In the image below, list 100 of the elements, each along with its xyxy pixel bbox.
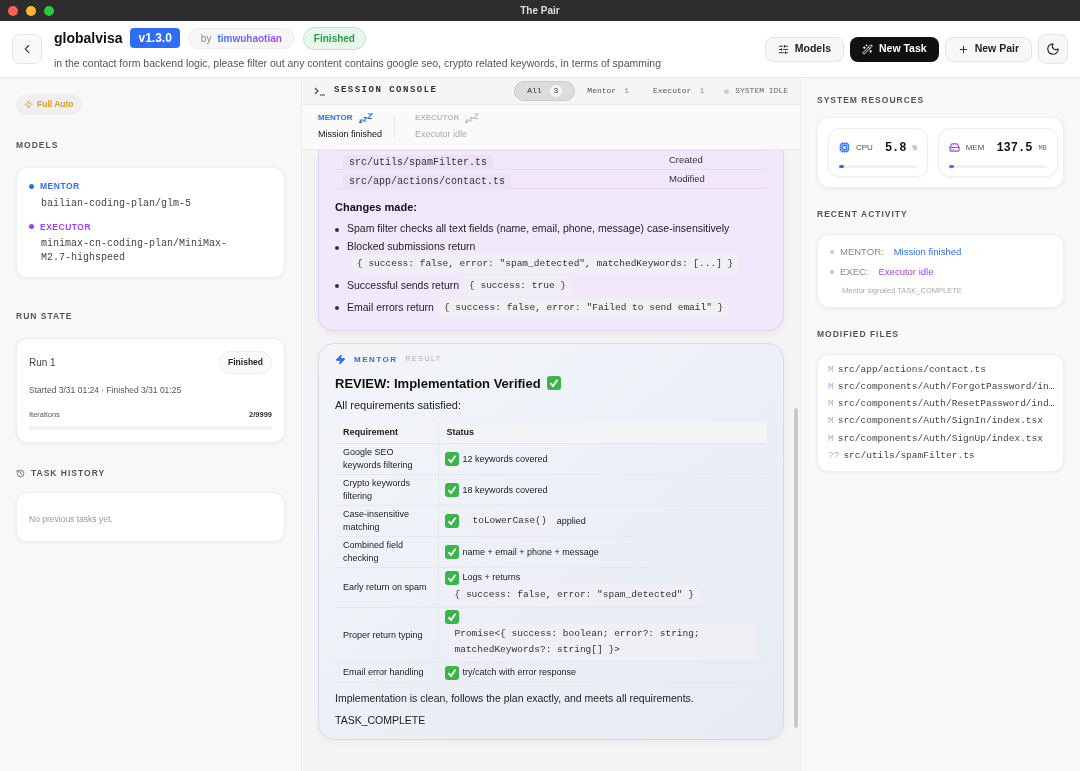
table-cell: Proper return typing	[335, 607, 438, 663]
file-change: Modified	[669, 171, 706, 186]
history-icon	[16, 468, 25, 478]
maximize-window-button[interactable]	[44, 5, 54, 16]
tab-count: 1	[624, 85, 629, 97]
resource-label: CPU	[856, 141, 873, 154]
drive-icon	[948, 142, 960, 154]
bullet-icon	[335, 283, 339, 288]
toolbar-button[interactable]: Models	[764, 36, 844, 62]
table-cell-text: Logs + returns	[462, 571, 521, 584]
file-status: M	[828, 379, 834, 394]
moon-icon	[1046, 42, 1060, 56]
activity-text: Mission finished	[893, 244, 962, 259]
column-header: Requirement	[335, 421, 438, 444]
tab-label: Mentor	[587, 85, 617, 97]
tab-count: 3	[549, 85, 563, 97]
bullet-text: Blocked submissions return	[347, 239, 476, 252]
table-cell-text: try/catch with error response	[462, 666, 577, 679]
file-status: M	[828, 362, 834, 377]
table-cell-text: applied	[556, 514, 586, 528]
task-description: in the contact form backend logic, please filter out any content contains google seo, crypto related keywords, in terms of spamming	[54, 55, 662, 71]
status-badge: Finished	[302, 26, 366, 50]
toolbar-button[interactable]: New Pair	[944, 36, 1032, 62]
check-icon	[444, 483, 459, 497]
sleep-icon	[358, 113, 373, 124]
toolbar-button[interactable]: New Task	[849, 36, 939, 62]
file-status: M	[828, 431, 834, 446]
console-title: SESSION CONSOLE	[334, 84, 438, 98]
model-name: bailian-coding-plan/glm-5	[40, 196, 193, 211]
bullet-text: Successful sends return	[347, 278, 460, 291]
agent-state: Mission finished	[318, 128, 383, 142]
review-heading: REVIEW: Implementation Verified	[335, 374, 541, 393]
window-title: The Pair	[520, 4, 560, 18]
section-title: SYSTEM RESOURCES	[817, 94, 926, 107]
role-label: EXECUTOR	[40, 220, 92, 234]
file-path: src/utils/spamFilter.ts	[343, 155, 494, 170]
sliders-icon	[777, 43, 789, 55]
console-tab[interactable]: Mentor 1	[575, 82, 641, 100]
check-icon	[444, 665, 459, 680]
inline-code: { success: false, error: "spam_detected", matchedKeywords: [...] }	[351, 253, 740, 274]
bullet-icon	[335, 305, 339, 310]
file-path: src/components/Auth/SignUp/index.tsx	[837, 431, 1043, 446]
version-badge: v1.3.0	[130, 28, 180, 49]
file-status: M	[828, 414, 834, 429]
card-role: MENTOR	[354, 353, 398, 366]
activity-source: EXEC:	[840, 265, 869, 279]
section-title: RECENT ACTIVITY	[817, 208, 908, 219]
check-icon	[546, 376, 561, 391]
tab-label: Executor	[652, 85, 692, 97]
column-header: Status	[438, 421, 767, 444]
run-status-badge: Finished	[219, 351, 272, 374]
table-cell-text: name + email + phone + message	[462, 545, 599, 559]
bullet-text: Email errors return	[347, 300, 434, 313]
sleep-icon	[465, 113, 480, 124]
plus-icon	[957, 43, 969, 55]
review-summary: Implementation is clean, follows the plan exactly, and meets all requirements.	[335, 691, 695, 706]
bolt-icon	[24, 99, 33, 109]
file-status: ??	[828, 448, 840, 463]
changes-heading: Changes made:	[335, 200, 418, 215]
activity-text: Executor idle	[878, 265, 934, 279]
run-times: Started 3/31 01:24 · Finished 3/31 01:25	[29, 384, 183, 397]
table-cell-text: 18 keywords covered	[462, 483, 548, 497]
inline-code: Promise<{ success: boolean; error?: string; matchedKeywords?: string[] }>	[448, 624, 757, 660]
activity-source: MENTOR:	[840, 244, 884, 259]
file-path: src/app/actions/contact.ts	[837, 362, 986, 377]
check-icon	[444, 610, 459, 624]
file-path: src/app/actions/contact.ts	[343, 174, 512, 189]
file-change: Created	[669, 152, 704, 167]
project-name: globalvisa	[54, 28, 123, 48]
table-cell: Google SEO keywords filtering	[335, 443, 438, 475]
review-intro: All requirements satisfied:	[335, 398, 462, 413]
check-icon	[444, 452, 459, 466]
minimize-window-button[interactable]	[26, 5, 36, 16]
check-icon	[444, 570, 459, 585]
section-title: MODIFIED FILES	[817, 328, 899, 339]
file-path: src/components/Auth/ResetPassword/ind…	[837, 397, 1055, 411]
check-icon	[444, 514, 459, 528]
inline-code: { success: false, error: "Failed to send email" }	[437, 297, 730, 318]
theme-toggle-button[interactable]	[1038, 34, 1068, 64]
table-cell: Crypto keywords filtering	[335, 474, 438, 506]
console-tab[interactable]: All 3	[514, 81, 576, 101]
model-name: minimax-cn-coding-plan/MiniMax-M2.7-highspeed	[40, 237, 229, 266]
review-signal: TASK_COMPLETE	[335, 712, 427, 728]
inline-code: { success: true }	[463, 275, 572, 296]
agent-role: EXECUTOR	[415, 112, 460, 125]
inline-code: { success: false, error: "spam_detected" }	[448, 585, 700, 605]
bullet-text: Spam filter checks all text fields (name, email, phone, message) case-insensitively	[347, 221, 730, 234]
resource-value: 137.5	[996, 139, 1033, 157]
resource-value: 5.8	[884, 139, 907, 157]
close-window-button[interactable]	[8, 5, 18, 16]
console-tab[interactable]: Executor 1	[640, 82, 717, 100]
terminal-icon	[314, 86, 326, 96]
mode-badge: Full Auto	[16, 94, 82, 115]
run-name: Run 1	[29, 356, 56, 371]
section-title: RUN STATE	[16, 311, 73, 322]
check-icon	[444, 545, 459, 559]
agent-role: MENTOR	[318, 112, 353, 125]
table-cell-text: 12 keywords covered	[462, 452, 548, 466]
section-title: MODELS	[16, 139, 59, 150]
resource-label: MEM	[965, 141, 985, 154]
